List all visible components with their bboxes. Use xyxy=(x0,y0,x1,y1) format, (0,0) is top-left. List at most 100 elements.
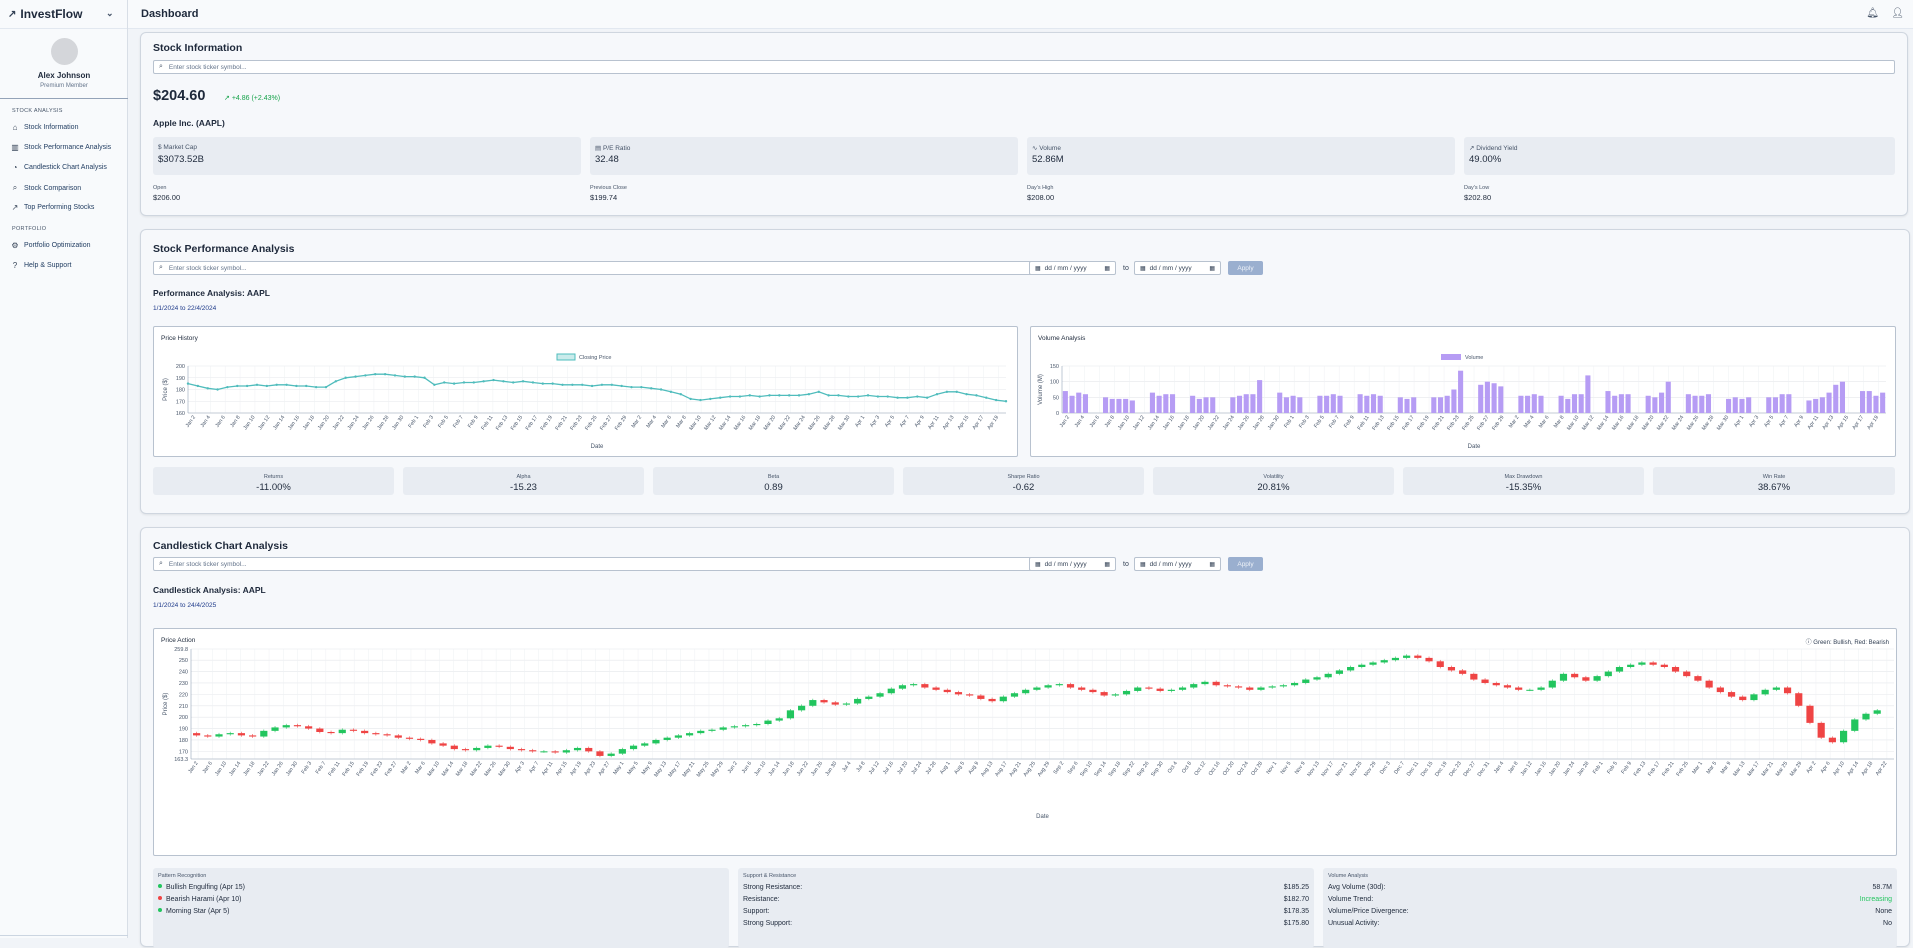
price-point xyxy=(590,384,594,388)
bearish-candle xyxy=(316,728,324,732)
x-tick-label: Apr 19 xyxy=(986,415,1000,431)
x-tick-label: Jun 18 xyxy=(782,761,796,778)
sidebar-item-top-performing[interactable]: ↗ Top Performing Stocks xyxy=(10,203,95,212)
date-placeholder: dd / mm / yyyy xyxy=(1044,560,1087,568)
sidebar-item-stock-comparison[interactable]: ⌕ Stock Comparison xyxy=(10,183,81,193)
bullish-candle xyxy=(1291,682,1299,686)
x-tick-label: Nov 13 xyxy=(1306,761,1321,778)
x-tick-label: Sep 6 xyxy=(1067,761,1080,776)
price-point xyxy=(669,390,673,394)
bullish-candle xyxy=(562,750,570,753)
sidebar-item-help[interactable]: ? Help & Support xyxy=(10,261,72,270)
bullish-candle xyxy=(1335,670,1343,674)
search-input[interactable]: ⌕ Enter stock ticker symbol... xyxy=(153,261,1032,275)
x-tick-label: Mar 26 xyxy=(483,761,497,778)
sidebar-divider xyxy=(0,98,128,99)
volume-bar xyxy=(1685,394,1691,413)
x-tick-label: Jun 10 xyxy=(753,761,767,778)
bullish-candle xyxy=(764,720,772,725)
apply-button[interactable]: Apply xyxy=(1228,261,1263,275)
search-icon: ⌕ xyxy=(159,264,163,271)
volume-bar xyxy=(1612,395,1618,413)
card-title: Candlestick Chart Analysis xyxy=(153,540,288,552)
x-tick-label: Oct 4 xyxy=(1167,761,1179,775)
x-tick-label: Jan 30 xyxy=(285,761,299,778)
x-tick-label: Jun 14 xyxy=(768,761,782,778)
price-point xyxy=(305,384,308,388)
price-point xyxy=(226,385,229,389)
end-date-input[interactable]: ▦ dd / mm / yyyy ▦ xyxy=(1134,261,1221,275)
bullish-candle xyxy=(1627,664,1635,668)
x-tick-label: Mar 6 xyxy=(1538,415,1551,430)
x-tick-label: Mar 25 xyxy=(1775,761,1789,778)
price-point xyxy=(876,395,880,398)
start-date-input[interactable]: ▦ dd / mm / yyyy ▦ xyxy=(1029,261,1116,275)
y-tick-label: 150 xyxy=(1050,364,1059,370)
sidebar-item-candlestick[interactable]: ◔ Candlestick Chart Analysis xyxy=(10,163,107,172)
bell-icon[interactable]: 🔔︎ xyxy=(1866,8,1879,19)
apply-button[interactable]: Apply xyxy=(1228,557,1263,571)
x-tick-label: Dec 11 xyxy=(1406,761,1420,778)
x-tick-label: Feb 23 xyxy=(1446,415,1460,432)
price-point xyxy=(492,378,495,382)
bearish-candle xyxy=(349,729,358,731)
bullish-candle xyxy=(1313,677,1321,680)
bullish-candle xyxy=(1559,673,1568,681)
x-tick-label: Dec 7 xyxy=(1393,761,1406,776)
y-tick-label: 220 xyxy=(179,692,188,698)
volume-bar xyxy=(1076,392,1082,413)
x-tick-label: Dec 23 xyxy=(1448,761,1463,778)
y-tick-label: 100 xyxy=(1050,380,1059,386)
bearish-candle xyxy=(932,687,940,690)
volume-bar xyxy=(1257,380,1263,413)
x-tick-label: Jul 24 xyxy=(910,761,923,776)
x-tick-label: Feb 23 xyxy=(370,761,384,778)
bearish-candle xyxy=(394,735,402,738)
bearish-candle xyxy=(988,698,996,702)
x-tick-label: Feb 9 xyxy=(1343,415,1356,430)
search-input[interactable]: ⌕ Enter stock ticker symbol... xyxy=(153,60,1895,74)
trending-up-icon: ↗ xyxy=(11,203,19,212)
start-date-input[interactable]: ▦ dd / mm / yyyy ▦ xyxy=(1029,557,1116,571)
price-point xyxy=(896,396,899,399)
search-input[interactable]: ⌕ Enter stock ticker symbol... xyxy=(153,557,1032,571)
stat-label: Win Rate xyxy=(1762,474,1786,480)
bearish-candle xyxy=(495,745,503,747)
vol-row: Volume Trend: Increasing xyxy=(1328,896,1892,903)
x-tick-label: Feb 21 xyxy=(555,415,569,432)
y-tick-label: 250 xyxy=(179,658,188,664)
volume-bar xyxy=(1129,400,1135,413)
bullish-candle xyxy=(1593,676,1601,681)
avatar[interactable] xyxy=(50,38,78,65)
volume-bar xyxy=(1123,398,1129,413)
price-point xyxy=(758,395,761,398)
volume-bar xyxy=(1659,392,1665,413)
x-tick-label: Mar 6 xyxy=(414,761,427,776)
bullish-candle xyxy=(1604,671,1612,677)
x-tick-label: May 17 xyxy=(667,761,682,779)
x-tick-label: Nov 21 xyxy=(1335,761,1350,778)
sr-row: Strong Resistance: $185.25 xyxy=(743,884,1309,891)
user-icon[interactable]: 👤︎ xyxy=(1891,8,1904,19)
metric-value: $3073.52B xyxy=(158,154,204,165)
x-tick-label: Feb 7 xyxy=(1328,415,1341,430)
y-tick-label: 180 xyxy=(176,388,185,394)
vol-label: Volume/Price Divergence: xyxy=(1328,908,1409,915)
sr-label: Strong Resistance: xyxy=(743,884,803,891)
x-tick-label: Mar 29 xyxy=(1789,761,1803,778)
end-date-input[interactable]: ▦ dd / mm / yyyy ▦ xyxy=(1134,557,1221,571)
sidebar-item-stock-performance[interactable]: ▥ Stock Performance Analysis xyxy=(10,143,111,152)
volume-bar xyxy=(1116,398,1122,413)
brand[interactable]: ↗ InvestFlow ⌄ xyxy=(0,0,127,29)
volume-bar xyxy=(1786,394,1792,413)
x-tick-label: Jan 20 xyxy=(1192,415,1206,432)
bullish-candle xyxy=(271,727,279,731)
bullish-candle xyxy=(1761,689,1769,695)
x-tick-label: Apr 10 xyxy=(1832,761,1846,777)
x-tick-label: Aug 13 xyxy=(980,761,995,778)
sidebar-item-stock-information[interactable]: ⌂ Stock Information xyxy=(10,123,79,132)
sidebar-item-portfolio-optimization[interactable]: ⚙ Portfolio Optimization xyxy=(10,241,90,250)
chevron-down-icon[interactable]: ⌄ xyxy=(106,8,114,19)
price-point xyxy=(650,387,653,390)
x-tick-label: Apr 7 xyxy=(1778,415,1790,429)
